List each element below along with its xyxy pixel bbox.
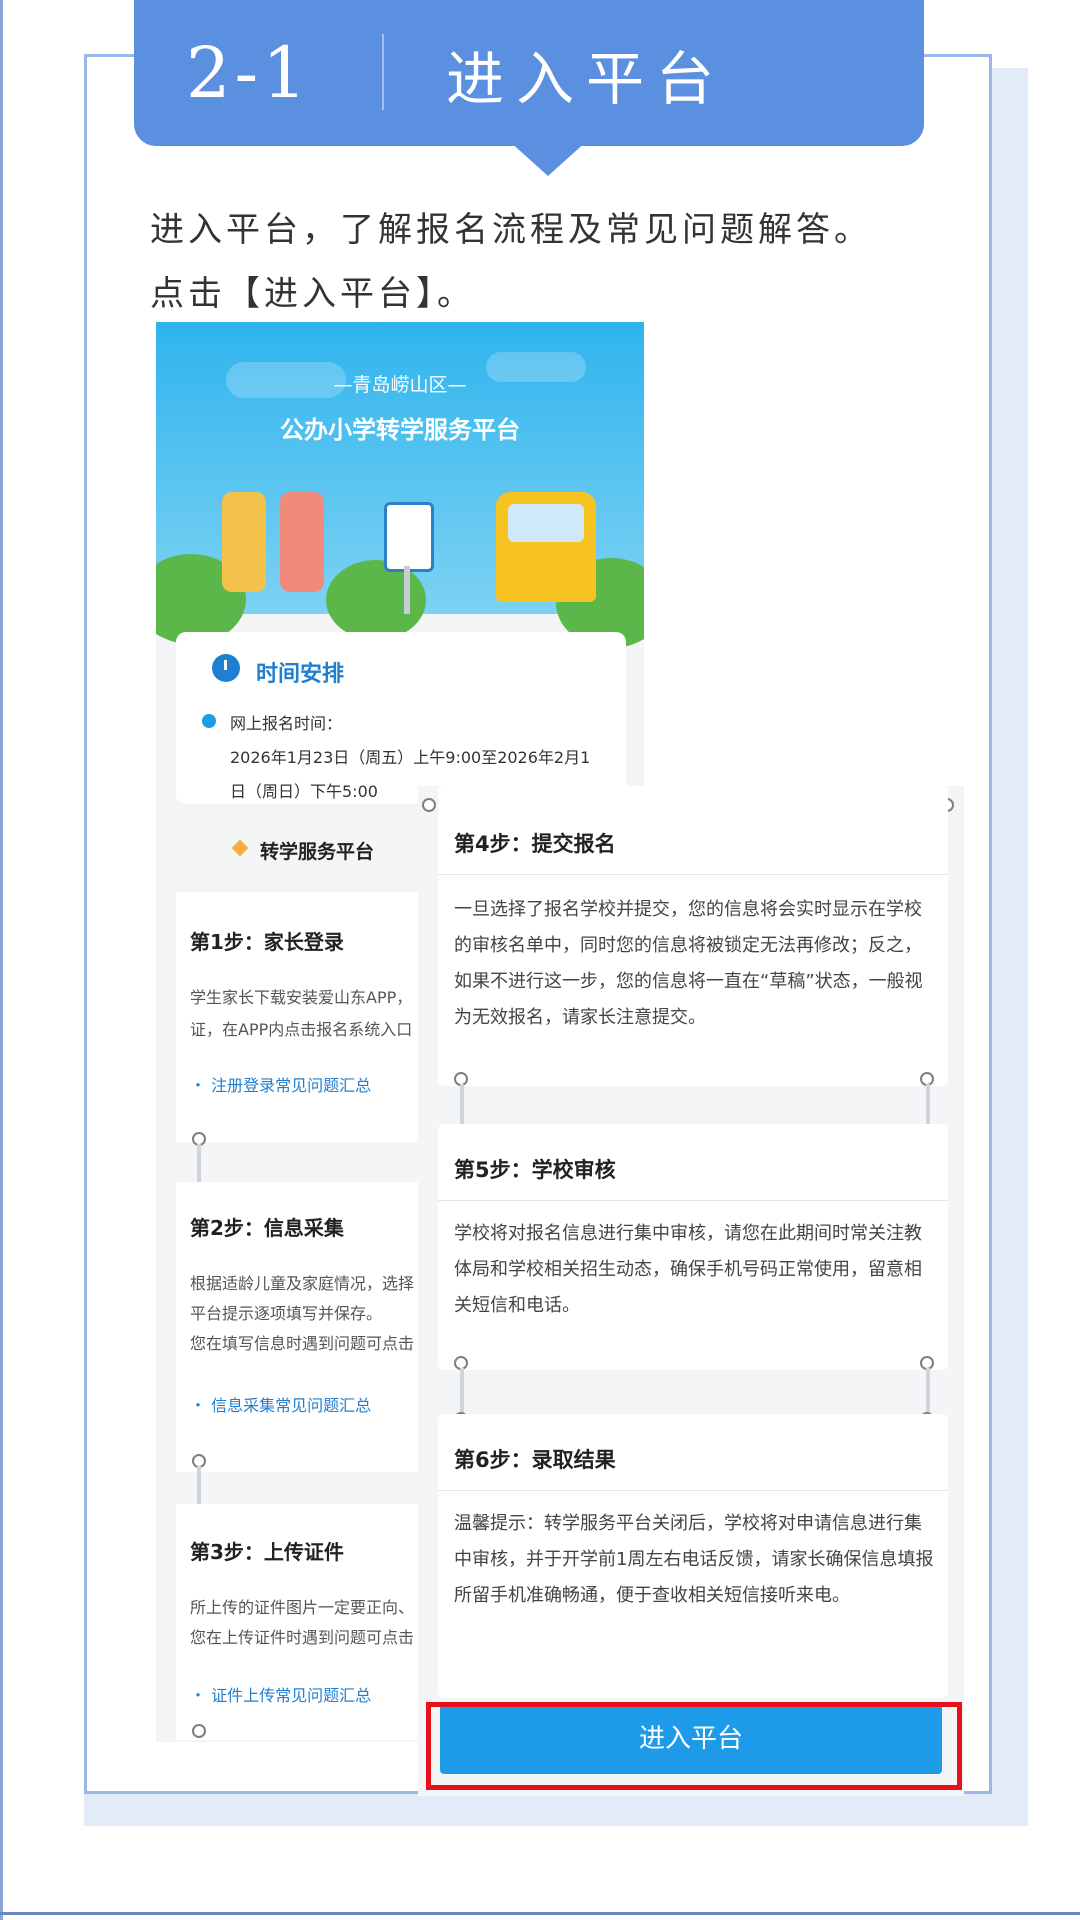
schedule-time-2: 日（周日）下午5:00 (230, 782, 378, 801)
step-card-4: 第4步：提交报名 一旦选择了报名学校并提交，您的信息将会实时显示在学校的审核名单… (438, 786, 948, 1086)
divider (438, 1490, 948, 1491)
step-title: 第5步：学校审核 (454, 1158, 616, 1182)
schedule-label: 网上报名时间： (230, 714, 343, 733)
girl-icon (280, 492, 324, 592)
step-card-5: 第5步：学校审核 学校将对报名信息进行集中审核，请您在此期间时常关注教体局和学校… (438, 1124, 948, 1370)
step-title: 第4步：提交报名 (454, 832, 616, 856)
divider (438, 874, 948, 875)
ring-icon (422, 798, 436, 812)
bush-icon (326, 560, 426, 640)
divider (438, 1200, 948, 1201)
clock-icon (212, 654, 240, 682)
service-title: 转学服务平台 (260, 841, 375, 863)
step-text: 学校将对报名信息进行集中审核，请您在此期间时常关注教体局和学校相关招生动态，确保… (454, 1223, 922, 1316)
banner-notch (508, 140, 588, 176)
page-border-bottom (0, 1912, 1080, 1915)
schedule-time-1: 2026年1月23日（周五）上午9:00至2026年2月1 (230, 748, 591, 767)
schedule-title: 时间安排 (256, 662, 345, 687)
section-number: 2-1 (186, 32, 311, 114)
school-sign-icon (384, 502, 434, 572)
step-text: 您在填写信息时遇到问题可点击 (190, 1334, 415, 1353)
intro-line-1: 进入平台，了解报名流程及常见问题解答。 (150, 210, 872, 250)
diamond-icon (231, 839, 249, 857)
intro-line-2: 点击【进入平台】。 (150, 274, 475, 314)
section-title: 进入平台 (446, 45, 727, 113)
hero-subtitle: —青岛崂山区— (333, 374, 467, 396)
step-title: 第1步：家长登录 (190, 930, 344, 954)
step-title: 第2步：信息采集 (190, 1216, 344, 1240)
step-text: 平台提示逐项填写并保存。 (190, 1304, 383, 1323)
hero-title: 公办小学转学服务平台 (280, 416, 520, 444)
boy-icon (222, 492, 266, 592)
bullet-icon (202, 714, 216, 728)
highlight-box (426, 1702, 962, 1790)
step-text: 根据适龄儿童及家庭情况，选择 (190, 1274, 415, 1293)
step-card-6: 第6步：录取结果 温馨提示：转学服务平台关闭后，学校将对申请信息进行集中审核，并… (438, 1414, 948, 1698)
step-title: 第6步：录取结果 (454, 1448, 616, 1472)
chain (460, 1368, 464, 1414)
faq-link[interactable]: ・ 证件上传常见问题汇总 (190, 1682, 371, 1706)
faq-link[interactable]: ・ 注册登录常见问题汇总 (190, 1072, 371, 1096)
platform-steps-overlay: 第4步：提交报名 一旦选择了报名学校并提交，您的信息将会实时显示在学校的审核名单… (418, 786, 964, 1796)
step-text: 一旦选择了报名学校并提交，您的信息将会实时显示在学校的审核名单中，同时您的信息将… (454, 899, 923, 1028)
banner-divider (382, 34, 384, 110)
step-text: 您在上传证件时遇到问题可点击 (190, 1628, 415, 1647)
school-bus-icon (496, 492, 596, 602)
schedule-card: 时间安排 网上报名时间： 2026年1月23日（周五）上午9:00至2026年2… (176, 632, 626, 804)
step-title: 第3步：上传证件 (190, 1540, 344, 1564)
hero-banner: —青岛崂山区— 公办小学转学服务平台 (156, 322, 644, 648)
sign-pole (404, 566, 410, 614)
ring-icon (192, 1724, 206, 1738)
step-text: 所上传的证件图片一定要正向、 (190, 1598, 415, 1617)
faq-link[interactable]: ・ 信息采集常见问题汇总 (190, 1392, 371, 1416)
step-text: 温馨提示：转学服务平台关闭后，学校将对申请信息进行集中审核，并于开学前1周左右电… (454, 1513, 934, 1606)
chain (926, 1368, 930, 1414)
step-text: 证，在APP内点击报名系统入口 (190, 1020, 413, 1039)
step-text: 学生家长下载安装爱山东APP， (190, 988, 413, 1007)
bus-window (508, 504, 584, 542)
page-border (0, 0, 3, 1920)
